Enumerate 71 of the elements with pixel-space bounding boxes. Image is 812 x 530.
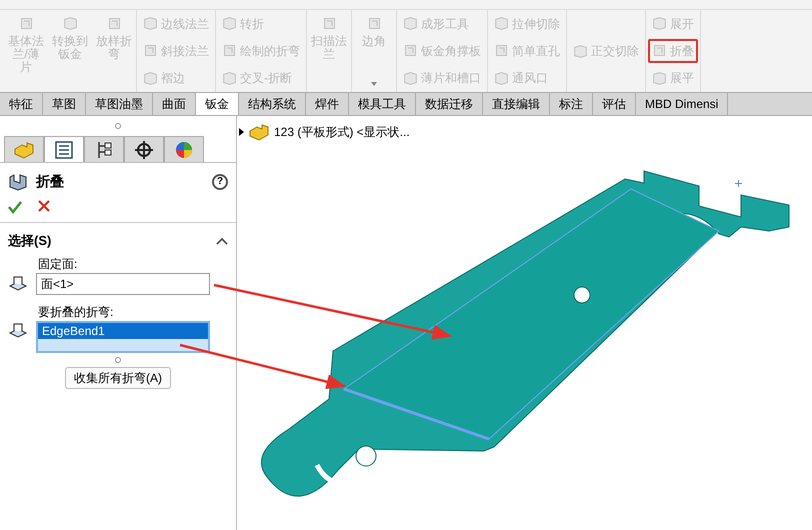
crosshair-icon [134,140,154,160]
ribbon-button[interactable]: 斜接法兰 [139,38,213,63]
confirm-check-icon[interactable] [8,200,22,214]
dropdown-caret-icon[interactable] [371,82,377,86]
tool-icon [222,43,237,58]
panel-title: 折叠 [36,172,64,191]
ribbon-button[interactable]: 转折 [218,12,304,36]
face-select-icon [8,274,28,294]
ribbon-button[interactable]: 展开 [648,12,698,36]
ribbon-button[interactable]: 钣金角撑板 [399,38,485,63]
section-title: 选择(S) [8,232,52,250]
bend-list-item[interactable]: EdgeBend1 [38,322,208,338]
tool-icon [143,43,158,58]
ribbon-button[interactable]: 褶边 [139,66,213,90]
tool-icon [403,43,418,58]
ribbon-button[interactable]: 放样折弯 [94,14,134,92]
tree-item-label[interactable]: 123 (平板形式) <显示状... [274,123,410,141]
ribbon-button[interactable]: 转换到钣金 [50,14,90,92]
ribbon-button[interactable]: 简单直孔 [490,38,564,63]
face-select-icon [8,320,28,340]
tool-icon [366,16,382,31]
tool-icon [652,70,667,86]
ribbon-button[interactable]: 边角 [354,14,394,92]
ribbon-button[interactable]: 基体法兰/薄片 [6,14,46,92]
ribbon-button[interactable]: 绘制的折弯 [218,38,304,63]
tool-icon [322,16,336,31]
panel-tab[interactable] [124,136,164,162]
ribbon-button[interactable]: 正交切除 [569,39,643,63]
tool-icon [143,16,158,32]
tool-icon [143,70,158,86]
collapse-chevron-icon[interactable] [216,236,228,245]
splitter-handle[interactable] [115,356,121,362]
splitter-handle[interactable] [115,123,121,129]
ribbon-button[interactable]: 展平 [648,66,698,90]
command-tab[interactable]: 钣金 [196,93,239,115]
tool-icon [403,16,418,32]
tool-icon [222,16,237,32]
tool-icon [573,44,588,58]
collect-bends-button[interactable]: 收集所有折弯(A) [65,366,171,388]
ribbon-button[interactable]: 交叉-折断 [218,66,304,90]
field-label: 要折叠的折弯: [38,304,114,320]
tool-icon [494,70,509,86]
ribbon-button[interactable]: 拉伸切除 [490,12,564,36]
tool-icon [18,16,34,31]
ribbon-button[interactable]: 通风口 [490,66,564,90]
panel-tab[interactable] [44,136,84,162]
ribbon-button[interactable]: 薄片和槽口 [399,66,485,90]
tool-icon [106,16,122,31]
part-icon [248,122,270,142]
fixed-face-field[interactable]: 面<1> [36,272,210,294]
ribbon-button[interactable]: 成形工具 [399,12,485,36]
part-icon [13,140,35,160]
tool-icon [403,70,418,86]
origin-marker-icon [735,180,742,187]
tool-icon [222,70,237,86]
help-button[interactable]: ? [212,174,228,190]
list-icon [54,140,74,160]
expand-arrow-icon[interactable] [239,128,244,136]
panel-tab[interactable] [84,136,124,162]
ribbon-button[interactable]: 边线法兰 [139,12,213,36]
fold-feature-icon [8,172,28,190]
tool-icon [652,43,667,58]
ribbon-button[interactable]: 扫描法兰 [309,14,349,92]
tool-icon [494,16,509,32]
cancel-icon[interactable] [38,200,50,212]
field-label: 固定面: [38,256,78,272]
tool-icon [494,43,509,58]
color-ball-icon [174,140,194,160]
ribbon-button[interactable]: 折叠 [648,38,698,63]
tool-icon [652,16,667,32]
tool-icon [62,16,78,31]
